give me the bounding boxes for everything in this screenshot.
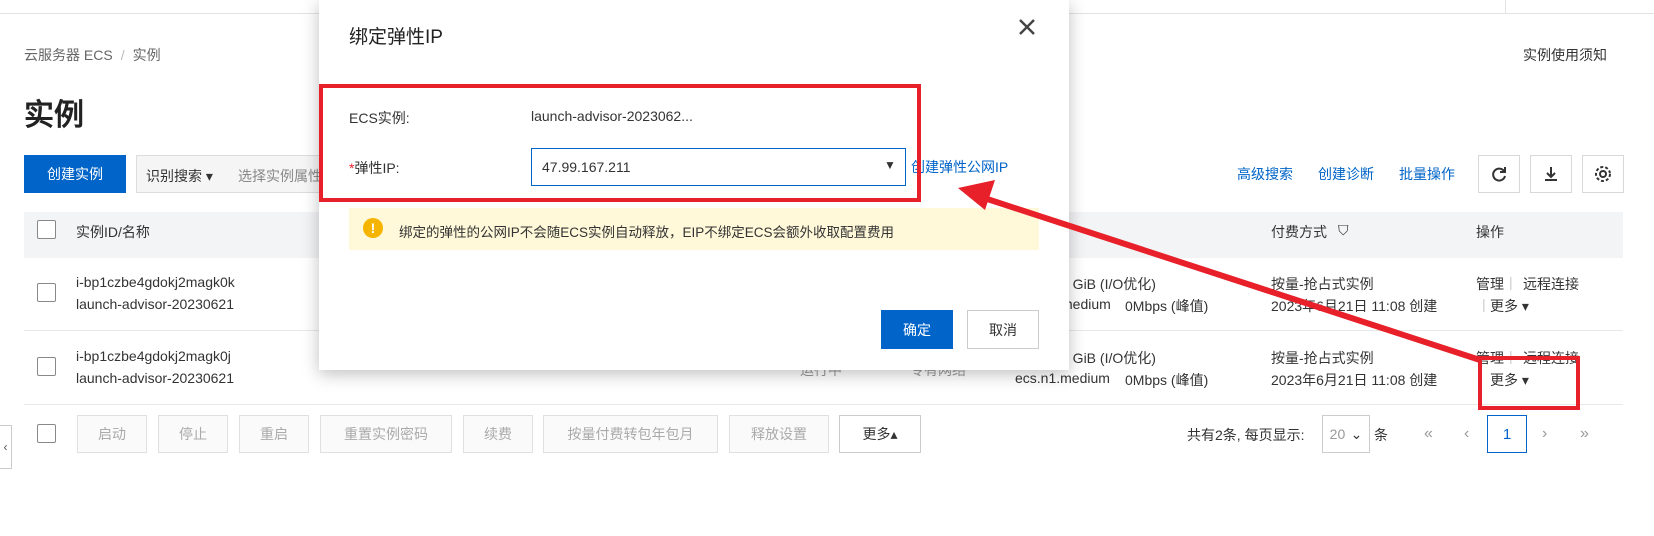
annotation-arrow xyxy=(958,180,1481,363)
